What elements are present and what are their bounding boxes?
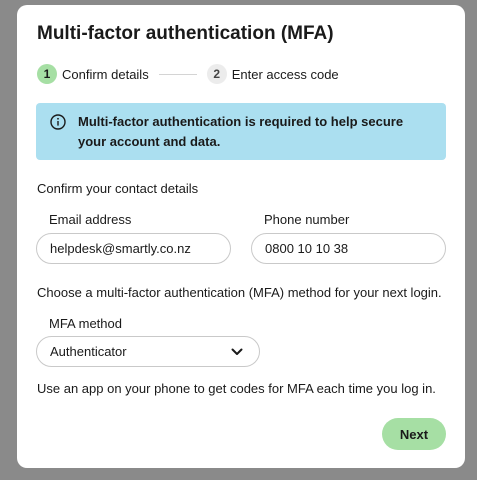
step-2-number: 2 [206, 64, 227, 84]
phone-field[interactable] [251, 233, 446, 264]
mfa-method-value: Authenticator [50, 344, 127, 359]
info-icon [50, 114, 66, 130]
step-1-label: Confirm details [62, 66, 149, 82]
step-connector [158, 73, 197, 75]
email-field[interactable] [36, 233, 231, 264]
mfa-dialog: Multi-factor authentication (MFA) 1 Conf… [17, 5, 465, 468]
next-button[interactable]: Next [382, 418, 446, 450]
phone-label: Phone number [264, 212, 350, 227]
step-2-label: Enter access code [231, 66, 339, 82]
info-text: Multi-factor authentication is required … [78, 114, 404, 149]
mfa-method-hint: Use an app on your phone to get codes fo… [37, 381, 436, 396]
info-banner: Multi-factor authentication is required … [36, 103, 446, 160]
step-1-number: 1 [37, 64, 57, 84]
dialog-title: Multi-factor authentication (MFA) [37, 23, 334, 44]
mfa-method-label: MFA method [49, 316, 122, 331]
stepper: 1 Confirm details 2 Enter access code [37, 64, 339, 84]
mfa-method-select[interactable]: Authenticator [36, 336, 260, 367]
contact-heading: Confirm your contact details [37, 181, 199, 196]
chevron-down-icon [231, 348, 243, 355]
mfa-prompt: Choose a multi-factor authentication (MF… [37, 285, 442, 300]
email-label: Email address [49, 212, 132, 227]
